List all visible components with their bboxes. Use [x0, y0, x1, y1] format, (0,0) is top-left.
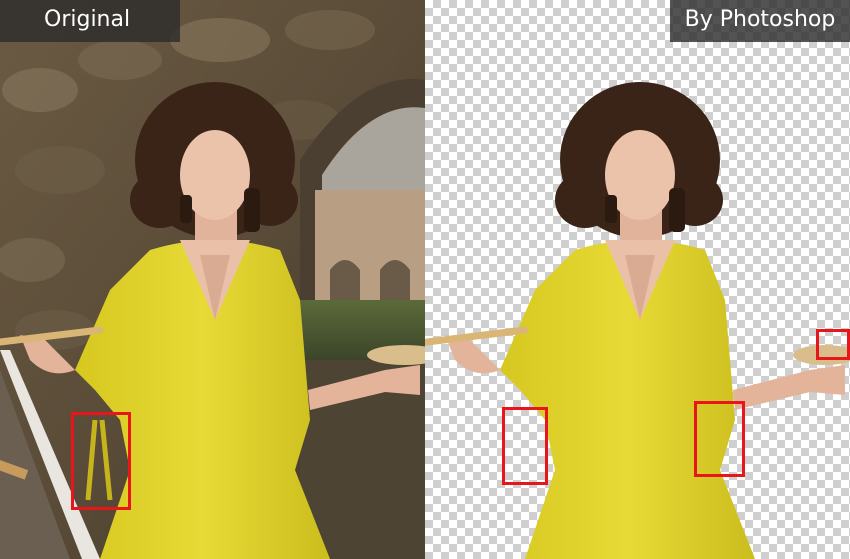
- comparison-image: Original By Photoshop: [0, 0, 850, 559]
- photoshop-label: By Photoshop: [670, 0, 850, 42]
- original-photo: [0, 0, 425, 559]
- highlight-box-original-ties: [71, 412, 131, 510]
- cutout-photo: [425, 82, 850, 559]
- highlight-box-cutout-right-tie: [694, 401, 745, 477]
- original-panel: Original: [0, 0, 425, 559]
- photoshop-panel: By Photoshop: [425, 0, 850, 559]
- highlight-box-cutout-left-tie: [502, 407, 548, 485]
- highlight-box-cutout-palette: [816, 329, 850, 360]
- original-label: Original: [0, 0, 180, 42]
